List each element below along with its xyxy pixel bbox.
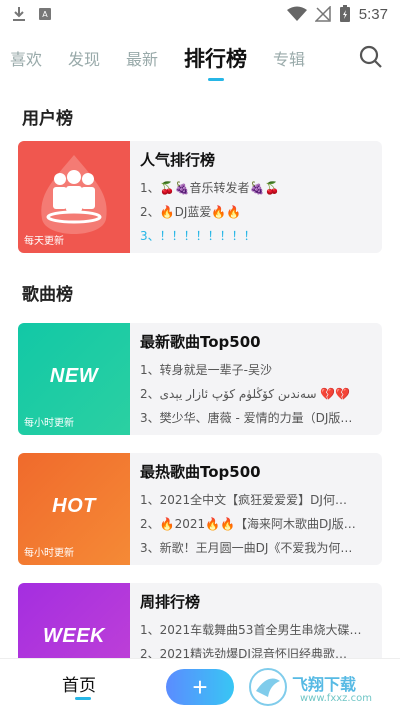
section-title-songs: 歌曲榜 [22,285,73,305]
tab-discover[interactable]: 发现 [68,46,100,70]
top-tabs: 喜欢 发现 最新 排行榜 专辑 [0,38,400,78]
list-item: 1、2021全中文【疯狂爱爱爱】DJ何… [140,493,347,507]
card-thumbnail: HOT 每小时更新 [18,453,130,565]
thumb-label: WEEK [43,625,105,647]
bottom-nav: 首页 + 飞翔下载 www.fxxz.com [0,658,400,712]
clock: 5:37 [358,5,388,23]
tab-likes[interactable]: 喜欢 [10,46,42,70]
list-item: 3、新歌！王月圆一曲DJ《不爱我为何… [140,541,353,555]
add-button[interactable]: + [166,669,234,705]
section-title-users: 用户榜 [22,109,73,129]
chart-card-popularity[interactable]: 每天更新 人气排行榜 1、🍒🍇音乐转发者🍇🍒 2、🔥DJ蓝爱🔥🔥 3、！！！！！… [18,141,382,253]
svg-text:A: A [42,10,48,19]
battery-icon [339,5,350,22]
download-icon [13,7,25,21]
update-frequency: 每小时更新 [24,548,74,559]
card-title: 最新歌曲Top500 [140,333,261,351]
chart-card-newest[interactable]: NEW 每小时更新 最新歌曲Top500 1、转身就是一辈子-吴沙 2、سەند… [18,323,382,435]
tab-album[interactable]: 专辑 [273,46,305,70]
watermark-url: www.fxxz.com [300,693,372,704]
card-title: 周排行榜 [140,593,201,611]
search-icon[interactable] [358,44,384,70]
status-bar: A 5:37 [0,0,400,28]
list-item: 3、樊少华、唐薇 - 爱情的力量（DJ版… [140,411,353,425]
card-thumbnail: 每天更新 [18,141,130,253]
keyboard-icon: A [39,8,51,20]
list-item: 2、🔥DJ蓝爱🔥🔥 [140,205,242,219]
signal-off-icon [314,6,331,22]
card-thumbnail: NEW 每小时更新 [18,323,130,435]
list-item: 2、🔥2021🔥🔥【海来阿木歌曲DJ版… [140,517,356,531]
update-frequency: 每天更新 [24,236,64,247]
watermark-text: 飞翔下载 [292,675,357,694]
chart-card-hottest[interactable]: HOT 每小时更新 最热歌曲Top500 1、2021全中文【疯狂爱爱爱】DJ何… [18,453,382,565]
tab-latest[interactable]: 最新 [126,46,158,70]
watermark-logo: 飞翔下载 www.fxxz.com [248,665,388,711]
active-indicator [75,697,91,700]
thumb-label: HOT [52,495,96,517]
card-title: 人气排行榜 [140,151,216,169]
update-frequency: 每小时更新 [24,418,74,429]
card-title: 最热歌曲Top500 [140,463,261,481]
list-item: 1、🍒🍇音乐转发者🍇🍒 [140,181,280,195]
tab-ranking[interactable]: 排行榜 [184,43,247,73]
list-item: 3、！！！！！！！！ [140,229,256,243]
wifi-icon [286,6,307,21]
tab-home[interactable]: 首页 [62,671,96,696]
list-item: 2、سەندىن كۆڭلۈم كۆپ ئازار يېدى 💔💔 [140,387,351,401]
thumb-label: NEW [49,365,99,387]
bird-logo-icon [249,668,287,706]
list-item: 1、转身就是一辈子-吴沙 [140,363,272,377]
list-item: 1、2021车载舞曲53首全男生串烧大碟… [140,623,362,637]
